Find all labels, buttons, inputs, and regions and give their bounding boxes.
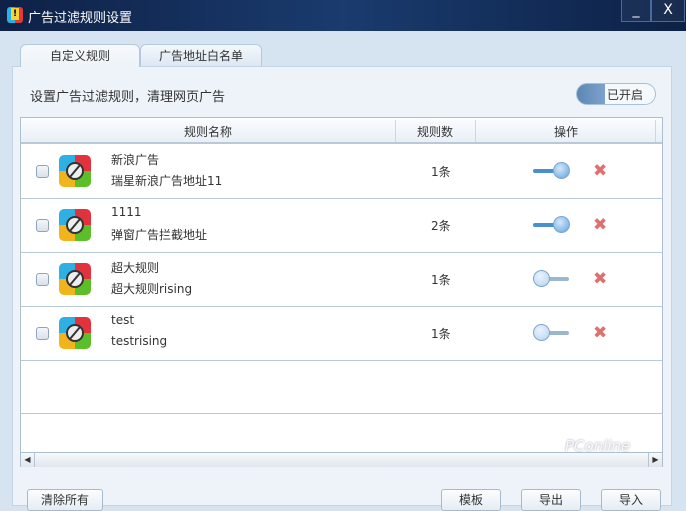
window-title: 广告过滤规则设置 xyxy=(28,11,133,26)
rule-name: 1111 xyxy=(111,205,142,219)
ad-block-rule-icon xyxy=(59,155,91,187)
delete-icon[interactable]: ✖ xyxy=(593,215,607,235)
master-toggle[interactable]: 已开启 xyxy=(576,83,656,105)
table-row: 超大规则 超大规则rising 1条 ✖ xyxy=(21,253,662,307)
rule-description: 超大规则rising xyxy=(111,282,193,296)
rule-count: 1条 xyxy=(431,327,451,341)
rule-enable-switch[interactable] xyxy=(533,162,571,180)
rule-name: test xyxy=(111,313,135,327)
template-button[interactable]: 模板 xyxy=(441,489,501,511)
clear-all-button[interactable]: 清除所有 xyxy=(27,489,103,511)
minimize-button[interactable]: _ xyxy=(621,0,651,22)
row-checkbox[interactable] xyxy=(36,273,49,286)
delete-icon[interactable]: ✖ xyxy=(593,161,607,181)
rule-count: 1条 xyxy=(431,165,451,179)
rule-enable-switch[interactable] xyxy=(533,216,571,234)
ad-block-rule-icon xyxy=(59,263,91,295)
tab-custom-rules[interactable]: 自定义规则 xyxy=(20,44,140,67)
header-actions: 操作 xyxy=(553,125,578,139)
scroll-right-icon[interactable]: ▶ xyxy=(648,453,662,467)
rules-table: 规则名称 规则数 操作 新浪广告 瑞星新浪广告地址11 1条 ✖ 1111 弹窗… xyxy=(20,117,663,467)
ad-block-rule-icon xyxy=(59,317,91,349)
rule-description: testrising xyxy=(111,334,168,348)
description: 设置广告过滤规则，清理网页广告 xyxy=(30,90,226,105)
empty-row xyxy=(21,361,662,414)
tab-whitelist[interactable]: 广告地址白名单 xyxy=(140,44,262,67)
row-checkbox[interactable] xyxy=(36,165,49,178)
table-header: 规则名称 规则数 操作 xyxy=(21,118,662,144)
rule-count: 1条 xyxy=(431,273,451,287)
rule-name: 新浪广告 xyxy=(111,153,160,167)
rule-enable-switch[interactable] xyxy=(533,324,571,342)
watermark: PConline xyxy=(565,437,631,455)
rule-enable-switch[interactable] xyxy=(533,270,571,288)
scroll-left-icon[interactable]: ◀ xyxy=(21,453,35,467)
delete-icon[interactable]: ✖ xyxy=(593,323,607,343)
table-row: 新浪广告 瑞星新浪广告地址11 1条 ✖ xyxy=(21,145,662,199)
table-row: test testrising 1条 ✖ xyxy=(21,307,662,361)
table-row: 1111 弹窗广告拦截地址 2条 ✖ xyxy=(21,199,662,253)
import-button[interactable]: 导入 xyxy=(601,489,661,511)
row-checkbox[interactable] xyxy=(36,327,49,340)
toggle-label: 已开启 xyxy=(607,88,644,102)
app-icon xyxy=(7,7,23,23)
close-button[interactable]: X xyxy=(651,0,685,22)
row-checkbox[interactable] xyxy=(36,219,49,232)
title-bar: 广告过滤规则设置 _ X xyxy=(0,0,686,31)
ad-block-rule-icon xyxy=(59,209,91,241)
header-rule-count: 规则数 xyxy=(416,125,453,139)
rule-name: 超大规则 xyxy=(111,261,160,275)
rule-count: 2条 xyxy=(431,219,451,233)
rule-description: 瑞星新浪广告地址11 xyxy=(111,174,223,188)
export-button[interactable]: 导出 xyxy=(521,489,581,511)
rule-description: 弹窗广告拦截地址 xyxy=(111,228,208,242)
header-rule-name: 规则名称 xyxy=(183,125,232,139)
delete-icon[interactable]: ✖ xyxy=(593,269,607,289)
